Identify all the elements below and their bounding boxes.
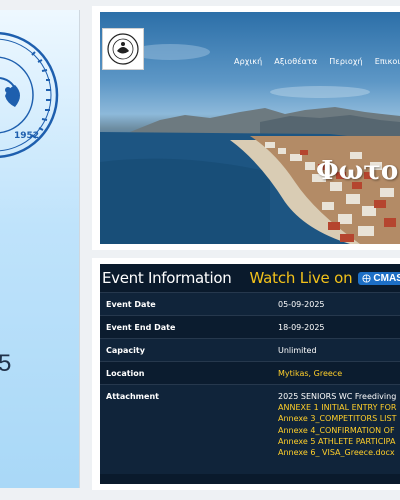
main-nav: Αρχική Αξιοθέατα Περιοχή Επικοινωνία τοπ	[234, 57, 400, 66]
attachment-link[interactable]: Annexe 6_ VISA_Greece.docx	[278, 448, 397, 457]
poster-text-fragment: 5	[0, 350, 11, 378]
hero-banner: Αρχική Αξιοθέατα Περιοχή Επικοινωνία τοπ…	[100, 12, 400, 244]
attachment-label: Attachment	[106, 392, 159, 401]
event-date-value: 05-09-2025	[278, 299, 325, 309]
event-info-title: Event Information	[102, 269, 232, 287]
event-end-date-label: Event End Date	[106, 322, 176, 332]
event-info-panel: Event Information Watch Live on CMAS tv …	[100, 264, 400, 484]
table-row: Location Mytikas, Greece	[100, 361, 400, 384]
attachment-link[interactable]: 2025 SENIORS WC Freediving	[278, 392, 397, 401]
site-logo[interactable]	[102, 28, 144, 70]
event-header: Event Information Watch Live on CMAS tv	[100, 264, 400, 292]
club-emblem-icon	[107, 33, 139, 65]
event-date-label: Event Date	[106, 299, 156, 309]
globe-icon	[362, 273, 371, 283]
coastal-town-photo	[100, 44, 400, 244]
table-row: Event Date 05-09-2025	[100, 292, 400, 315]
attachment-link[interactable]: ANNEXE 1 INITIAL ENTRY FOR	[278, 403, 397, 412]
website-hero-card: Αρχική Αξιοθέατα Περιοχή Επικοινωνία τοπ…	[92, 6, 400, 250]
attachment-link[interactable]: Annexe 3_COMPETITORS LIST	[278, 414, 397, 423]
seal-year: 1952	[14, 131, 39, 141]
club-seal-logo: 1952	[0, 31, 59, 159]
nav-region[interactable]: Περιοχή	[329, 57, 362, 66]
attachment-link[interactable]: Annexe 5 ATHLETE PARTICIPA	[278, 437, 397, 446]
nav-home[interactable]: Αρχική	[234, 57, 262, 66]
event-end-date-value: 18-09-2025	[278, 322, 325, 332]
capacity-label: Capacity	[106, 345, 145, 355]
location-label: Location	[106, 368, 145, 378]
attachment-list: 2025 SENIORS WC Freediving ANNEXE 1 INIT…	[278, 385, 397, 457]
nav-attractions[interactable]: Αξιοθέατα	[274, 57, 317, 66]
location-link[interactable]: Mytikas, Greece	[278, 362, 400, 384]
table-row: Capacity Unlimited	[100, 338, 400, 361]
cmas-tv-logo[interactable]: CMAS tv	[358, 271, 400, 285]
hero-title: Φωτο	[316, 156, 399, 186]
event-info-card: Event Information Watch Live on CMAS tv …	[92, 258, 400, 490]
watch-live-link[interactable]: Watch Live on	[249, 269, 352, 287]
cmas-label: CMAS	[373, 272, 400, 284]
poster-panel: 1952 5	[0, 10, 80, 488]
capacity-value: Unlimited	[278, 345, 317, 355]
table-row: Event End Date 18-09-2025	[100, 315, 400, 338]
attachment-link[interactable]: Annexe 4_CONFIRMATION OF	[278, 426, 397, 435]
table-row: Attachment 2025 SENIORS WC Freediving AN…	[100, 384, 400, 474]
event-info-table: Event Date 05-09-2025 Event End Date 18-…	[100, 292, 400, 474]
nav-contact[interactable]: Επικοινωνία τοπ	[375, 57, 400, 66]
